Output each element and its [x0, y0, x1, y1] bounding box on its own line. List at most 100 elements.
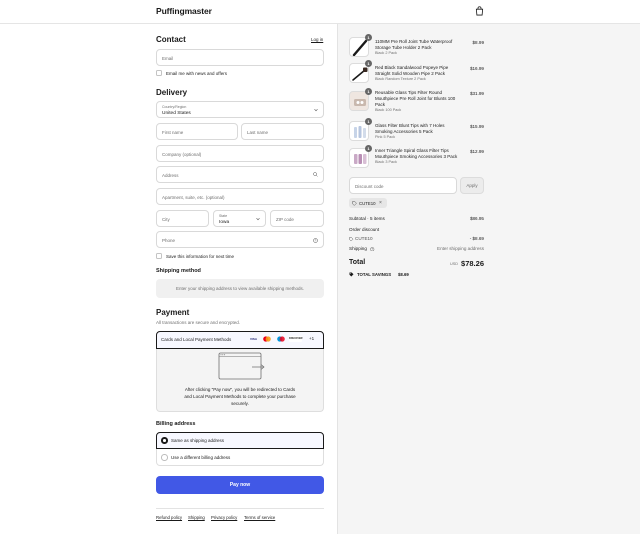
- country-label: Country/Region: [162, 104, 187, 109]
- contact-heading: Contact: [156, 35, 186, 44]
- email-field[interactable]: Email: [156, 49, 324, 66]
- total-currency: USD: [449, 262, 458, 266]
- item-name: Reusable Glass Tips Filter Round Mouthpi…: [375, 90, 456, 107]
- item-variant: Black 100 Pack: [375, 108, 402, 112]
- item-name: Red Black Sandalwood Popeye Pipe Straigh…: [375, 65, 449, 76]
- state-select[interactable]: State Iowa: [213, 210, 266, 227]
- privacy-policy-link[interactable]: Privacy policy: [211, 515, 237, 520]
- zip-placeholder: ZIP code: [276, 216, 294, 222]
- newsletter-label: Email me with news and offers: [166, 70, 227, 76]
- country-value: United States: [162, 110, 191, 116]
- address-placeholder: Address: [162, 172, 179, 178]
- apartment-field[interactable]: Apartment, suite, etc. (optional): [156, 188, 324, 205]
- login-link[interactable]: Log in: [311, 37, 323, 42]
- state-label: State: [219, 213, 228, 218]
- order-discount-label: Order discount: [349, 227, 380, 232]
- svg-text:?: ?: [315, 238, 317, 242]
- maestro-icon: [276, 336, 286, 342]
- discount-value: - $8.69: [469, 236, 484, 241]
- order-discount-row: Order discount: [349, 227, 484, 232]
- footer-divider: [156, 508, 324, 509]
- email-placeholder: Email: [162, 55, 174, 61]
- item-title: Inner Triangle Spiral Glass Filter Tips …: [375, 148, 463, 165]
- quantity-badge: 1: [365, 34, 372, 41]
- chevron-down-icon: [314, 108, 318, 112]
- chevron-down-icon: [256, 217, 260, 221]
- quantity-badge: 1: [365, 88, 372, 95]
- delivery-heading: Delivery: [156, 88, 188, 97]
- quantity-badge: 1: [365, 60, 372, 67]
- discount-code-placeholder: Discount code: [355, 183, 384, 189]
- discover-icon: DISCOVER: [289, 336, 303, 342]
- brand-logo[interactable]: Puffingmaster: [156, 6, 212, 16]
- redirect-text-1: After clicking "Pay now", you will be re…: [184, 387, 296, 392]
- billing-heading: Billing address: [156, 421, 196, 427]
- search-icon: [313, 172, 318, 177]
- refund-policy-link[interactable]: Refund policy: [156, 515, 182, 520]
- save-info-label: Save this information for next time: [166, 253, 235, 259]
- first-name-field[interactable]: First name: [156, 123, 238, 140]
- last-name-field[interactable]: Last name: [241, 123, 324, 140]
- billing-same-label: Same as shipping address: [171, 437, 225, 443]
- shipping-method-notice-box: Enter your shipping address to view avai…: [156, 279, 324, 298]
- billing-different-radio[interactable]: [161, 454, 168, 461]
- save-info-checkbox[interactable]: [156, 253, 162, 259]
- mastercard-icon: [262, 336, 272, 342]
- item-title: Red Black Sandalwood Popeye Pipe Straigh…: [375, 65, 463, 82]
- payment-heading: Payment: [156, 308, 190, 317]
- tag-icon: [349, 272, 354, 276]
- item-variant: Black 3 Pack: [375, 160, 397, 164]
- item-variant: Pink 5 Pack: [375, 135, 396, 139]
- quantity-badge: 1: [365, 118, 372, 125]
- item-price: $8.99: [472, 40, 485, 45]
- item-price: $15.99: [469, 124, 484, 129]
- header: Puffingmaster: [0, 0, 640, 24]
- item-name: 110MM Pre Roll Joint Tube Waterproof Sto…: [375, 39, 453, 50]
- item-variant: Black 2 Pack: [375, 51, 397, 55]
- phone-placeholder: Phone: [162, 237, 176, 243]
- help-icon[interactable]: ?: [370, 246, 375, 252]
- last-name-placeholder: Last name: [247, 129, 269, 135]
- redirect-text-3: securely.: [231, 401, 249, 406]
- total-value: $78.26: [461, 259, 484, 268]
- item-title: Reusable Glass Tips Filter Round Mouthpi…: [375, 90, 463, 113]
- country-select[interactable]: Country/Region United States: [156, 101, 324, 118]
- discount-code-line: CUTE10: [355, 236, 373, 241]
- browser-redirect-icon: [218, 352, 265, 380]
- discount-code-field[interactable]: Discount code: [349, 177, 457, 194]
- shipping-policy-link[interactable]: Shipping: [188, 515, 205, 520]
- billing-same-radio[interactable]: [161, 437, 168, 444]
- total-label: Total: [349, 259, 366, 266]
- apply-discount-button[interactable]: Apply: [460, 177, 484, 194]
- apartment-placeholder: Apartment, suite, etc. (optional): [162, 194, 225, 200]
- more-cards-count: +1: [309, 336, 315, 341]
- city-field[interactable]: City: [156, 210, 209, 227]
- help-icon[interactable]: ?: [313, 237, 318, 243]
- company-field[interactable]: Company (optional): [156, 145, 324, 162]
- subtotal-row: Subtotal · 5 items $86.95: [349, 216, 484, 221]
- applied-discount-code: CUTE10: [359, 200, 376, 206]
- state-value: Iowa: [219, 219, 230, 225]
- item-price: $16.99: [469, 66, 484, 71]
- subtotal-value: $86.95: [469, 216, 484, 221]
- shopping-bag-icon[interactable]: [475, 6, 484, 16]
- shipping-row: Shipping ? Enter shipping address: [349, 246, 484, 251]
- zip-field[interactable]: ZIP code: [270, 210, 324, 227]
- total-savings-label: TOTAL SAVINGS: [357, 271, 392, 277]
- subtotal-label: Subtotal · 5 items: [349, 216, 385, 221]
- item-price: $31.99: [469, 91, 484, 96]
- pay-now-button[interactable]: Pay now: [156, 476, 324, 494]
- shipping-label: Shipping: [349, 246, 367, 251]
- tag-icon: [352, 200, 357, 206]
- remove-discount-icon[interactable]: ×: [379, 200, 382, 206]
- shipping-value: Enter shipping address: [437, 246, 484, 251]
- payment-method-label: Cards and Local Payment Methods: [161, 336, 232, 342]
- visa-icon: VISA: [249, 337, 257, 341]
- terms-of-service-link[interactable]: Terms of service: [244, 515, 275, 520]
- newsletter-checkbox[interactable]: [156, 70, 162, 76]
- city-placeholder: City: [162, 216, 170, 222]
- address-field[interactable]: Address: [156, 166, 324, 183]
- phone-field[interactable]: Phone ?: [156, 231, 324, 248]
- item-name: Inner Triangle Spiral Glass Filter Tips …: [375, 148, 458, 159]
- shipping-method-heading: Shipping method: [156, 268, 201, 274]
